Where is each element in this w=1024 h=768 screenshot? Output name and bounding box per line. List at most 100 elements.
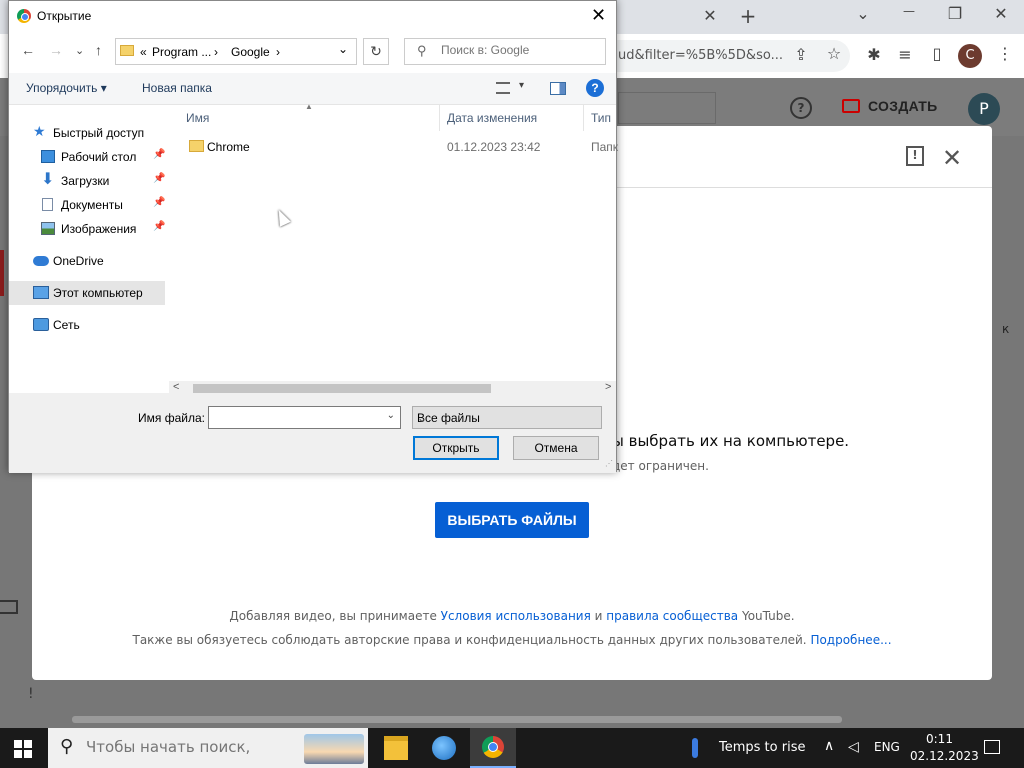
scroll-right-icon[interactable]: > [605, 381, 611, 393]
breadcrumb-program-files[interactable]: Program ... [152, 45, 211, 59]
new-tab-button[interactable]: + [733, 4, 763, 28]
pin-icon[interactable]: 📌 [153, 197, 165, 208]
nav-documents[interactable]: Документы 📌 [9, 193, 169, 217]
language-indicator[interactable]: ENG [874, 740, 900, 754]
view-dropdown-icon[interactable]: ▾ [519, 80, 524, 91]
tab-search-button[interactable]: ⌄ [848, 4, 878, 23]
help-icon[interactable]: ? [790, 97, 812, 119]
resize-grip-icon[interactable]: ⋰ [605, 459, 613, 468]
chevron-down-icon[interactable]: ⌄ [387, 410, 395, 421]
back-arrow-icon[interactable]: ← [21, 42, 35, 58]
nav-downloads[interactable]: ⬇ Загрузки 📌 [9, 169, 169, 193]
cloud-icon [33, 256, 49, 266]
show-hidden-icons[interactable]: ∧ [824, 738, 834, 754]
feedback-icon[interactable]: ! [906, 146, 924, 166]
dialog-nav-row: ← → ⌄ ↑ « Program ... › Google › ⌄ ↻ ⚲ [9, 33, 616, 73]
window-close-button[interactable]: ✕ [986, 4, 1016, 23]
view-options-icon[interactable] [496, 82, 510, 94]
community-guidelines-link[interactable]: правила сообщества [606, 609, 738, 623]
restore-button[interactable]: ❐ [940, 4, 970, 23]
drag-drop-text: ы выбрать их на компьютере. [612, 432, 850, 450]
profile-avatar[interactable]: C [958, 44, 982, 68]
desktop-icon [41, 150, 55, 163]
menu-icon[interactable]: ⋮ [990, 44, 1020, 63]
nav-quick-access[interactable]: ★ Быстрый доступ [9, 121, 169, 145]
breadcrumb-overflow[interactable]: « [140, 45, 147, 59]
address-breadcrumb[interactable]: « Program ... › Google › ⌄ [115, 38, 357, 65]
nav-desktop[interactable]: Рабочий стол 📌 [9, 145, 169, 169]
minimize-button[interactable]: — [894, 4, 924, 18]
weather-text[interactable]: Temps to rise [719, 740, 805, 755]
dialog-bottom-panel: Имя файла: ⌄ Все файлы ⌄ Открыть Отмена … [9, 393, 616, 473]
refresh-icon[interactable]: ↻ [363, 38, 389, 65]
select-files-button[interactable]: ВЫБРАТЬ ФАЙЛЫ [435, 502, 589, 538]
recent-locations-icon[interactable]: ⌄ [75, 44, 84, 57]
bookmark-star-icon[interactable]: ☆ [819, 44, 849, 63]
filetype-select[interactable]: Все файлы ⌄ [412, 406, 602, 429]
terms-line-2: Также вы обязуетесь соблюдать авторские … [32, 633, 992, 647]
filename-field[interactable]: ⌄ [208, 406, 401, 429]
thermometer-icon[interactable] [692, 738, 698, 758]
clock-time[interactable]: 0:11 [926, 732, 953, 746]
breadcrumb-separator[interactable]: › [214, 45, 218, 59]
search-highlight-image [304, 734, 364, 764]
pin-icon[interactable]: 📌 [153, 173, 165, 184]
learn-more-link[interactable]: Подробнее... [810, 633, 891, 647]
forward-arrow-icon[interactable]: → [49, 42, 63, 58]
nav-network[interactable]: Сеть [9, 313, 169, 337]
dialog-search-box[interactable]: ⚲ [404, 38, 606, 65]
navigation-pane: ★ Быстрый доступ Рабочий стол 📌 ⬇ Загруз… [9, 105, 169, 393]
open-button[interactable]: Открыть [413, 436, 499, 460]
organize-menu[interactable]: Упорядочить ▾ [26, 81, 107, 95]
media-icon[interactable]: ≡ [890, 45, 920, 64]
pin-icon[interactable]: 📌 [153, 149, 165, 160]
page-scrollbar[interactable] [72, 716, 842, 723]
sidebar-settings-icon[interactable] [0, 600, 18, 614]
nav-onedrive[interactable]: OneDrive [9, 249, 169, 273]
up-arrow-icon[interactable]: ↑ [95, 42, 102, 58]
pin-icon[interactable]: 📌 [153, 221, 165, 232]
address-dropdown-icon[interactable]: ⌄ [338, 42, 348, 56]
share-icon[interactable]: ⇪ [786, 45, 816, 64]
volume-muted-icon[interactable]: ◁ [848, 739, 859, 755]
dialog-search-input[interactable] [441, 43, 591, 57]
file-row[interactable]: Chrome 01.12.2023 23:42 Папк [169, 135, 618, 159]
windows-start-icon[interactable] [14, 740, 32, 758]
breadcrumb-google[interactable]: Google [231, 45, 270, 59]
dialog-help-icon[interactable]: ? [586, 79, 604, 97]
chevron-down-icon[interactable]: ⌄ [417, 411, 596, 425]
notifications-icon[interactable] [984, 740, 1000, 754]
breadcrumb-separator[interactable]: › [276, 45, 280, 59]
file-explorer-icon[interactable] [384, 736, 408, 760]
scroll-left-icon[interactable]: < [173, 381, 179, 393]
side-text: к [1002, 322, 1010, 336]
network-globe-icon[interactable] [432, 736, 456, 760]
column-type[interactable]: Тип [591, 111, 611, 125]
preview-pane-icon[interactable] [550, 82, 566, 95]
taskbar-search-input[interactable] [86, 738, 286, 756]
taskbar-search[interactable]: ⚲ [48, 728, 368, 768]
column-date[interactable]: Дата изменения [447, 111, 537, 125]
dialog-title-bar[interactable]: Открытие ✕ [9, 1, 616, 33]
terms-of-service-link[interactable]: Условия использования [441, 609, 591, 623]
studio-search-box[interactable] [618, 92, 716, 124]
dialog-close-button[interactable]: ✕ [591, 5, 606, 26]
tab-close-button[interactable]: ✕ [695, 6, 725, 25]
column-divider[interactable] [583, 105, 584, 131]
nav-label: Загрузки [61, 174, 110, 188]
cancel-button[interactable]: Отмена [513, 436, 599, 460]
column-divider[interactable] [439, 105, 440, 131]
create-button[interactable]: СОЗДАТЬ [842, 98, 938, 124]
new-folder-button[interactable]: Новая папка [142, 81, 212, 95]
nav-this-pc[interactable]: Этот компьютер [9, 281, 165, 305]
extensions-icon[interactable]: ✱ [859, 45, 889, 64]
channel-avatar[interactable]: P [968, 93, 1000, 125]
nav-pictures[interactable]: Изображения 📌 [9, 217, 169, 241]
sidebar-feedback-icon[interactable]: ! [28, 686, 34, 702]
filename-input[interactable] [212, 410, 382, 424]
column-name[interactable]: Имя [186, 111, 209, 125]
clock-date[interactable]: 02.12.2023 [910, 749, 979, 763]
chrome-taskbar-icon[interactable] [482, 736, 504, 758]
modal-close-icon[interactable]: ✕ [942, 144, 962, 172]
side-panel-icon[interactable]: ▯ [922, 44, 952, 63]
